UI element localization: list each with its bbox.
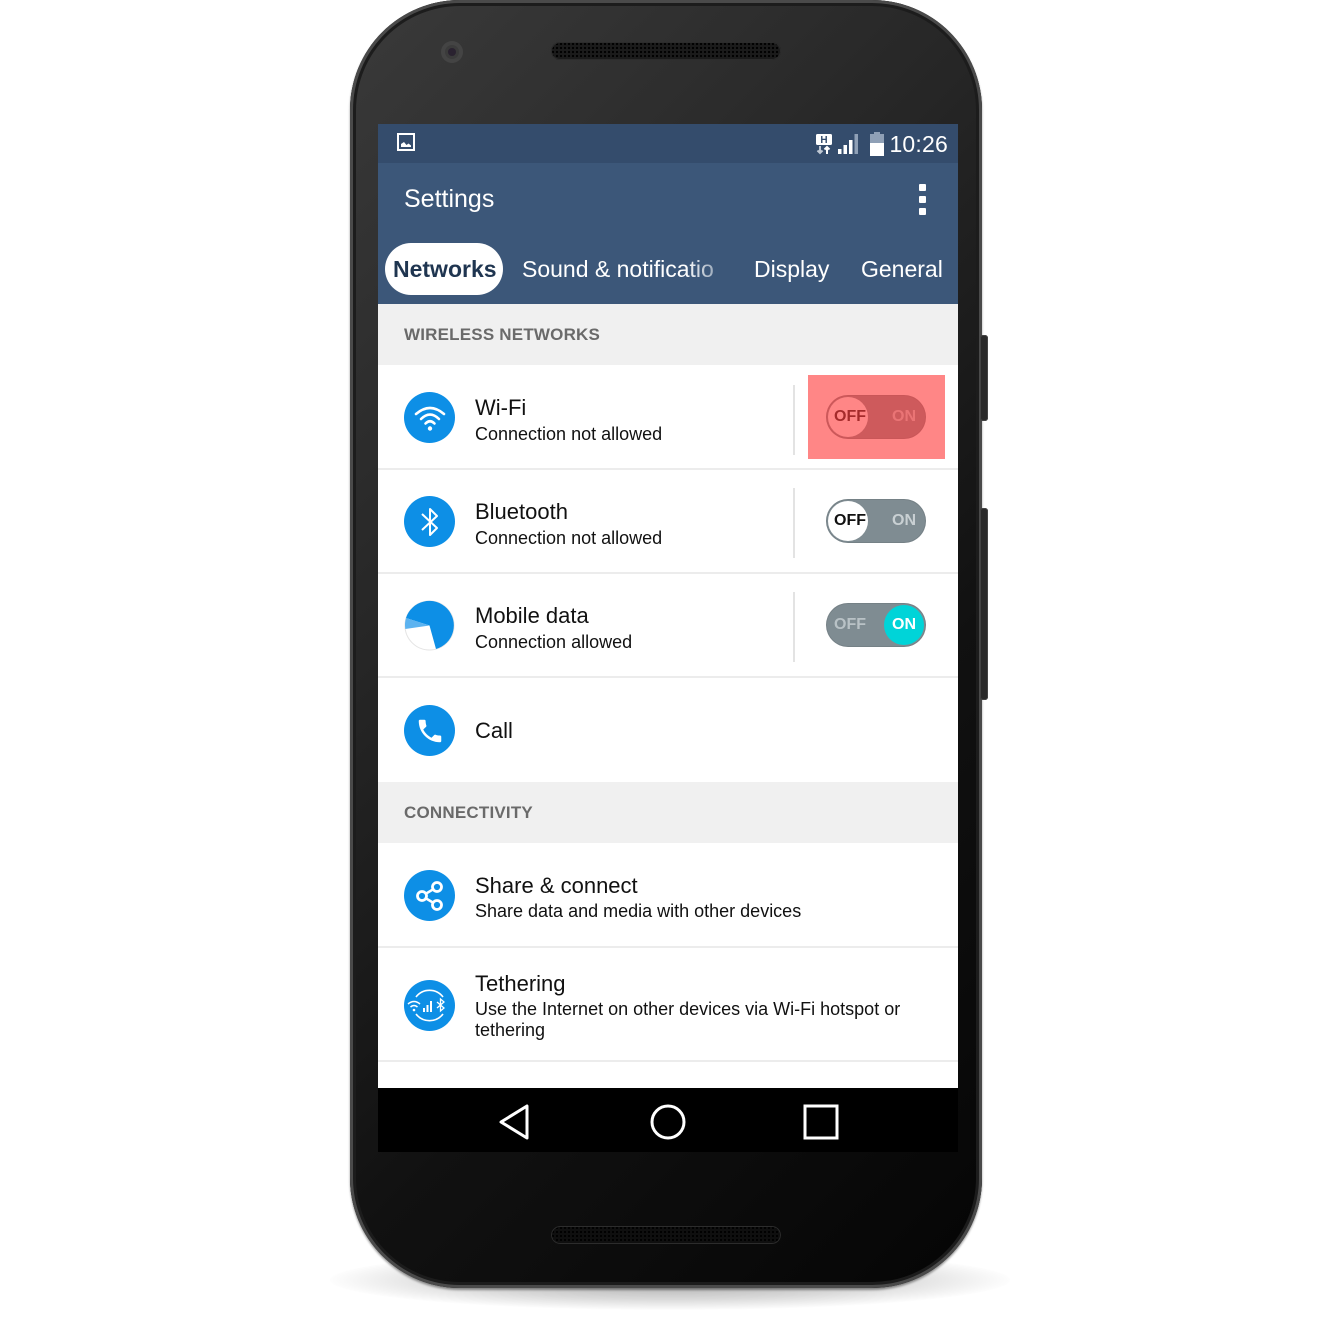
clock: 10:26 [889,130,948,157]
call-title: Call [475,718,513,743]
hspa-data-icon: H [816,134,833,155]
tethering-icon [404,980,455,1031]
wifi-icon [404,392,455,443]
share-connect-title: Share & connect [475,873,638,898]
toggle-on-label: ON [892,616,916,633]
more-options-button[interactable] [908,181,938,217]
front-camera [441,41,463,63]
more-vert-icon [919,184,926,191]
list-item-tethering[interactable]: Tethering Use the Internet on other devi… [378,948,958,1062]
list-item-wifi[interactable]: Wi-Fi Connection not allowed OFF ON [378,365,958,470]
bluetooth-title: Bluetooth [475,499,568,524]
divider [793,385,795,455]
tab-general[interactable]: General [861,243,943,295]
recents-button[interactable] [801,1102,841,1142]
toggle-on-label: ON [892,408,916,425]
tethering-title: Tethering [475,971,566,996]
tab-networks[interactable]: Networks [385,243,503,295]
mobile-data-icon [404,600,455,651]
tab-sound-notifications[interactable]: Sound & notificatio [522,243,726,295]
wifi-title: Wi-Fi [475,395,527,420]
signal-strength-icon [838,134,859,154]
list-item-mobile-data[interactable]: Mobile data Connection allowed OFF ON [378,574,958,678]
more-vert-dot [919,208,926,215]
toggle-off-label: OFF [834,512,866,529]
navigation-bar [378,1088,958,1152]
screen: H 10:26 Settings Networks Sound & notifi… [378,124,958,1152]
share-icon [404,870,455,921]
power-button [980,335,988,421]
recents-icon [803,1104,839,1140]
status-bar: H 10:26 [378,124,958,163]
phone-icon [404,705,455,756]
toggle-on-label: ON [892,512,916,529]
list-item-share-connect[interactable]: Share & connect Share data and media wit… [378,843,958,948]
back-icon [499,1104,529,1140]
tab-bar: Networks Sound & notificatio Display Gen… [378,243,958,295]
app-bar: Settings Networks Sound & notificatio Di… [378,163,958,304]
bluetooth-icon [404,496,455,547]
mobile-data-title: Mobile data [475,603,589,628]
mobile-data-toggle[interactable]: OFF ON [826,603,926,647]
svg-text:H: H [821,135,828,146]
section-header-wireless-networks: WIRELESS NETWORKS [378,304,958,365]
battery-icon [870,132,885,156]
home-icon [650,1104,686,1140]
divider [793,592,795,662]
list-item-call[interactable]: Call [378,678,958,782]
home-button[interactable] [648,1102,688,1142]
toggle-off-label: OFF [834,616,866,633]
earpiece-speaker [551,42,781,60]
status-icons: H 10:26 [815,130,948,158]
back-button[interactable] [495,1102,535,1142]
more-vert-dot [919,196,926,203]
tab-display[interactable]: Display [754,243,829,295]
wifi-toggle[interactable]: OFF ON [826,395,926,439]
tethering-subtitle: Use the Internet on other devices via Wi… [475,999,901,1040]
volume-rocker [980,508,988,700]
share-connect-subtitle: Share data and media with other devices [475,901,802,921]
image-notification-icon [397,133,415,151]
bluetooth-toggle[interactable]: OFF ON [826,499,926,543]
section-header-connectivity: CONNECTIVITY [378,782,958,843]
bottom-speaker [551,1226,781,1244]
toggle-off-label: OFF [834,408,866,425]
divider [793,488,795,558]
list-item-bluetooth[interactable]: Bluetooth Connection not allowed OFF ON [378,470,958,574]
page-title: Settings [404,185,495,213]
